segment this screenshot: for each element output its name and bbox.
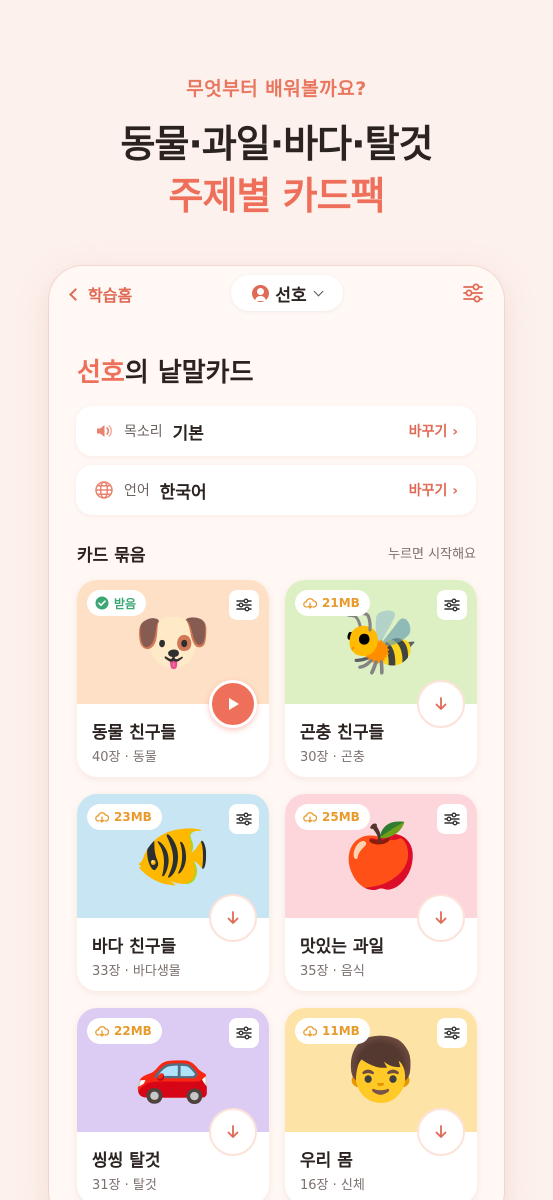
card-title: 곤충 친구들: [300, 723, 385, 743]
cloud-download-icon: [303, 598, 317, 609]
download-button[interactable]: [417, 680, 465, 728]
cloud-download-icon: [95, 812, 109, 823]
card-title: 씽씽 탈것: [92, 1151, 161, 1171]
profile-selector[interactable]: 선호: [231, 275, 343, 311]
card-pack[interactable]: 🍎 25MB 맛있는 과일 35장 · 음식: [285, 794, 477, 991]
page-title-suffix: 의 낱말카드: [124, 358, 254, 388]
cloud-download-icon: [303, 1026, 317, 1037]
cloud-download-icon: [95, 1026, 109, 1037]
card-options-button[interactable]: [437, 804, 467, 834]
sliders-icon: [444, 598, 460, 612]
card-meta: 31장 · 탈것: [92, 1178, 157, 1193]
hero-title-highlight: 주제별 카드팩: [168, 174, 386, 218]
language-change-link[interactable]: 바꾸기 ›: [409, 480, 458, 500]
card-options-button[interactable]: [229, 1018, 259, 1048]
card-title: 우리 몸: [300, 1151, 353, 1171]
sliders-icon: [236, 598, 252, 612]
section-title: 카드 묶음: [77, 546, 146, 566]
card-pack[interactable]: 🐠 23MB 바다 친구들 33장 · 바다생물: [77, 794, 269, 991]
voice-setting-row[interactable]: 목소리 기본 바꾸기 ›: [76, 406, 476, 456]
card-pack[interactable]: 🐶 받음 동물 친구들 40장 · 동물: [77, 580, 269, 777]
download-button[interactable]: [417, 1108, 465, 1156]
sliders-icon: [236, 1026, 252, 1040]
play-icon: [224, 695, 242, 713]
speaker-icon: [97, 425, 113, 437]
download-icon: [224, 909, 242, 927]
size-badge: 22MB: [87, 1018, 162, 1044]
sliders-icon: [236, 812, 252, 826]
phone-frame: 학습홈 선호 선호의 낱말카드 목소리 기본 바꾸기 › 언어 한국어 바꾸기 …: [49, 266, 504, 1200]
card-options-button[interactable]: [437, 590, 467, 620]
card-title: 동물 친구들: [92, 723, 177, 743]
cloud-download-icon: [303, 812, 317, 823]
download-icon: [432, 909, 450, 927]
badge-text: 22MB: [114, 1024, 152, 1038]
card-options-button[interactable]: [437, 1018, 467, 1048]
language-value: 한국어: [159, 482, 207, 503]
size-badge: 25MB: [295, 804, 370, 830]
size-badge: 23MB: [87, 804, 162, 830]
badge-text: 23MB: [114, 810, 152, 824]
badge-text: 11MB: [322, 1024, 360, 1038]
check-icon: [95, 596, 109, 610]
card-pack[interactable]: 🐝 21MB 곤충 친구들 30장 · 곤충: [285, 580, 477, 777]
top-bar: 학습홈 선호: [49, 266, 504, 322]
language-setting-row[interactable]: 언어 한국어 바꾸기 ›: [76, 465, 476, 515]
card-pack[interactable]: 👦 11MB 우리 몸 16장 · 신체: [285, 1008, 477, 1200]
sliders-icon: [444, 1026, 460, 1040]
card-meta: 16장 · 신체: [300, 1178, 365, 1193]
size-badge: 11MB: [295, 1018, 370, 1044]
download-icon: [432, 695, 450, 713]
voice-change-link[interactable]: 바꾸기 ›: [409, 421, 458, 441]
voice-value: 기본: [172, 423, 204, 444]
card-meta: 35장 · 음식: [300, 964, 365, 979]
card-pack[interactable]: 🚗 22MB 씽씽 탈것 31장 · 탈것: [77, 1008, 269, 1200]
card-meta: 30장 · 곤충: [300, 750, 365, 765]
card-meta: 40장 · 동물: [92, 750, 157, 765]
back-button-label: 학습홈: [88, 286, 133, 305]
user-icon: [252, 284, 270, 302]
language-label: 언어: [124, 483, 150, 499]
section-hint: 누르면 시작해요: [388, 547, 476, 562]
size-badge: 21MB: [295, 590, 370, 616]
back-button[interactable]: 학습홈: [69, 282, 133, 306]
badge-text: 25MB: [322, 810, 360, 824]
download-button[interactable]: [209, 894, 257, 942]
download-icon: [224, 1123, 242, 1141]
card-meta: 33장 · 바다생물: [92, 964, 181, 979]
page-title: 선호의 낱말카드: [77, 352, 254, 389]
hero-title: 동물·과일·바다·탈것: [120, 122, 434, 166]
play-button[interactable]: [209, 680, 257, 728]
badge-text: 21MB: [322, 596, 360, 610]
download-icon: [432, 1123, 450, 1141]
profile-name: 선호: [275, 285, 307, 306]
voice-label: 목소리: [124, 424, 163, 440]
card-options-button[interactable]: [229, 804, 259, 834]
page-title-name: 선호: [77, 358, 125, 388]
chevron-down-icon: [313, 286, 324, 296]
chevron-left-icon: [69, 287, 82, 301]
card-title: 바다 친구들: [92, 937, 177, 957]
download-button[interactable]: [417, 894, 465, 942]
card-options-button[interactable]: [229, 590, 259, 620]
download-button[interactable]: [209, 1108, 257, 1156]
downloaded-badge: 받음: [87, 590, 147, 616]
badge-text: 받음: [114, 596, 137, 611]
globe-icon: [95, 481, 113, 499]
card-title: 맛있는 과일: [300, 937, 385, 957]
hero-subtitle: 무엇부터 배워볼까요?: [186, 78, 367, 100]
sliders-icon[interactable]: [462, 283, 484, 303]
sliders-icon: [444, 812, 460, 826]
